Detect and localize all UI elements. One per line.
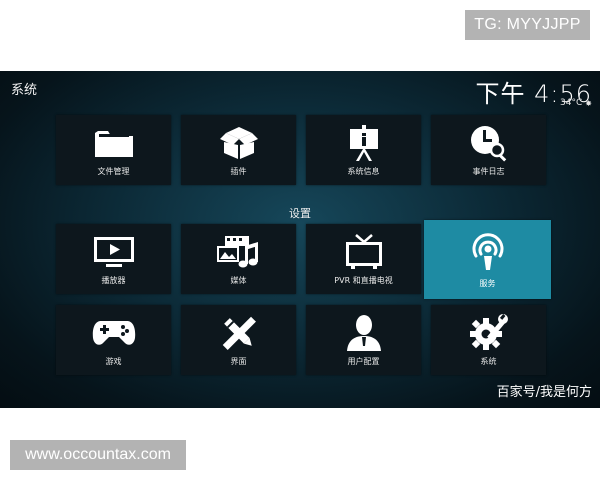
tile-media[interactable]: 媒体 <box>181 224 296 294</box>
addon-box-icon <box>181 125 296 161</box>
tile-label: 事件日志 <box>472 167 505 176</box>
tile-player[interactable]: 播放器 <box>56 224 171 294</box>
tile-pvr-live-tv[interactable]: PVR 和直播电视 <box>306 224 421 294</box>
tile-label: 服务 <box>479 279 496 288</box>
watermark-top: TG: MYYJJPP <box>465 10 590 40</box>
tile-system[interactable]: 系统 <box>431 305 546 375</box>
folder-icon <box>56 125 171 161</box>
section-heading: 设置 <box>289 207 311 220</box>
source-credit: 百家号/我是何方 <box>496 385 592 400</box>
page-title: 系统 <box>11 83 38 98</box>
tile-label: 播放器 <box>101 276 126 285</box>
tile-system-info[interactable]: 系统信息 <box>306 115 421 185</box>
media-icon <box>181 234 296 270</box>
watermark-bottom: www.occountax.com <box>10 440 186 470</box>
tile-event-log[interactable]: 事件日志 <box>431 115 546 185</box>
gamepad-icon <box>56 315 171 351</box>
tile-label: 系统信息 <box>347 167 380 176</box>
tile-label: 游戏 <box>105 357 122 366</box>
temperature: 34°C <box>560 98 583 108</box>
tile-profiles[interactable]: 用户配置 <box>306 305 421 375</box>
gear-wrench-icon <box>431 314 546 351</box>
tile-interface[interactable]: 界面 <box>181 305 296 375</box>
tile-label: 插件 <box>230 167 247 176</box>
pencil-ruler-icon <box>181 315 296 351</box>
weather-readout: 34°C ✸ <box>560 98 592 108</box>
tile-label: 用户配置 <box>347 357 380 366</box>
broadcast-icon <box>424 233 551 270</box>
sun-icon: ✸ <box>585 98 592 108</box>
clock-search-icon <box>431 125 546 162</box>
tile-addons[interactable]: 插件 <box>181 115 296 185</box>
tv-antenna-icon <box>306 234 421 270</box>
tile-file-manager[interactable]: 文件管理 <box>56 115 171 185</box>
presentation-info-icon <box>306 125 421 161</box>
tile-label: 系统 <box>480 357 497 366</box>
tile-label: 界面 <box>230 357 247 366</box>
tv-play-icon <box>56 234 171 270</box>
tile-services[interactable]: 服务 <box>424 220 551 299</box>
tile-label: 文件管理 <box>97 167 130 176</box>
tile-games[interactable]: 游戏 <box>56 305 171 375</box>
tile-label: 媒体 <box>230 276 247 285</box>
kodi-system-screen: 系统 下午 4:56 34°C ✸ 文件管理 插件 系统信息 事件日志 设置 播… <box>0 71 600 408</box>
user-profile-icon <box>306 315 421 351</box>
tile-label: PVR 和直播电视 <box>334 276 393 285</box>
